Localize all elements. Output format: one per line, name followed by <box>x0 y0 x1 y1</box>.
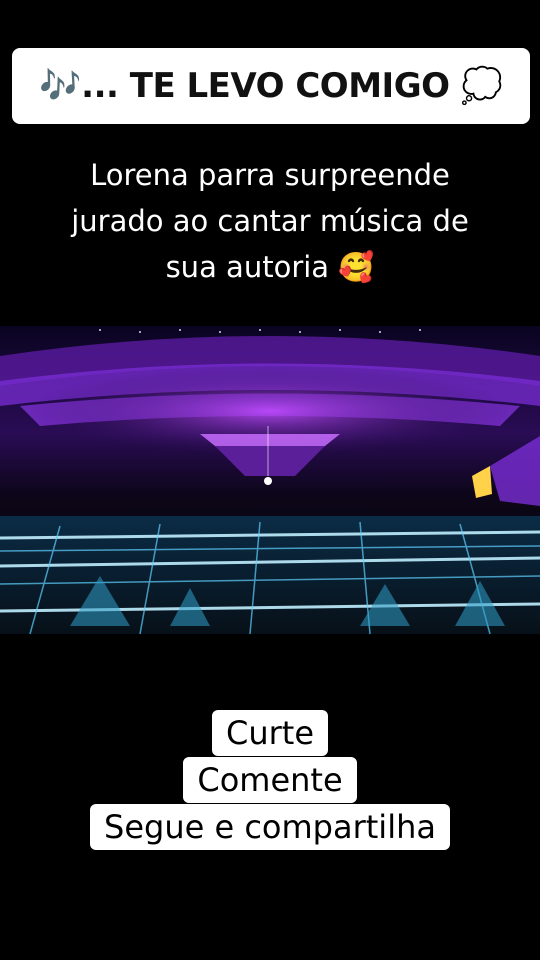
cta-follow-share: Segue e compartilha <box>0 804 540 850</box>
cta-comment: Comente <box>0 757 540 803</box>
cta-follow-share-label: Segue e compartilha <box>90 804 450 850</box>
caption-line-3: sua autoria 🥰 <box>165 250 375 284</box>
cta-comment-label: Comente <box>183 757 357 803</box>
title-text: 🎶... TE LEVO COMIGO 💭 <box>39 66 503 106</box>
caption-line-1: Lorena parra surpreende <box>90 158 450 192</box>
title-banner: 🎶... TE LEVO COMIGO 💭 <box>12 48 530 124</box>
caption-line-2: jurado ao cantar música de <box>71 204 469 238</box>
stage-scene-image <box>0 326 540 634</box>
cta-like: Curte <box>0 710 540 756</box>
video-player[interactable] <box>0 326 540 634</box>
video-caption: Lorena parra surpreende jurado ao cantar… <box>40 152 500 290</box>
cta-like-label: Curte <box>211 710 328 756</box>
